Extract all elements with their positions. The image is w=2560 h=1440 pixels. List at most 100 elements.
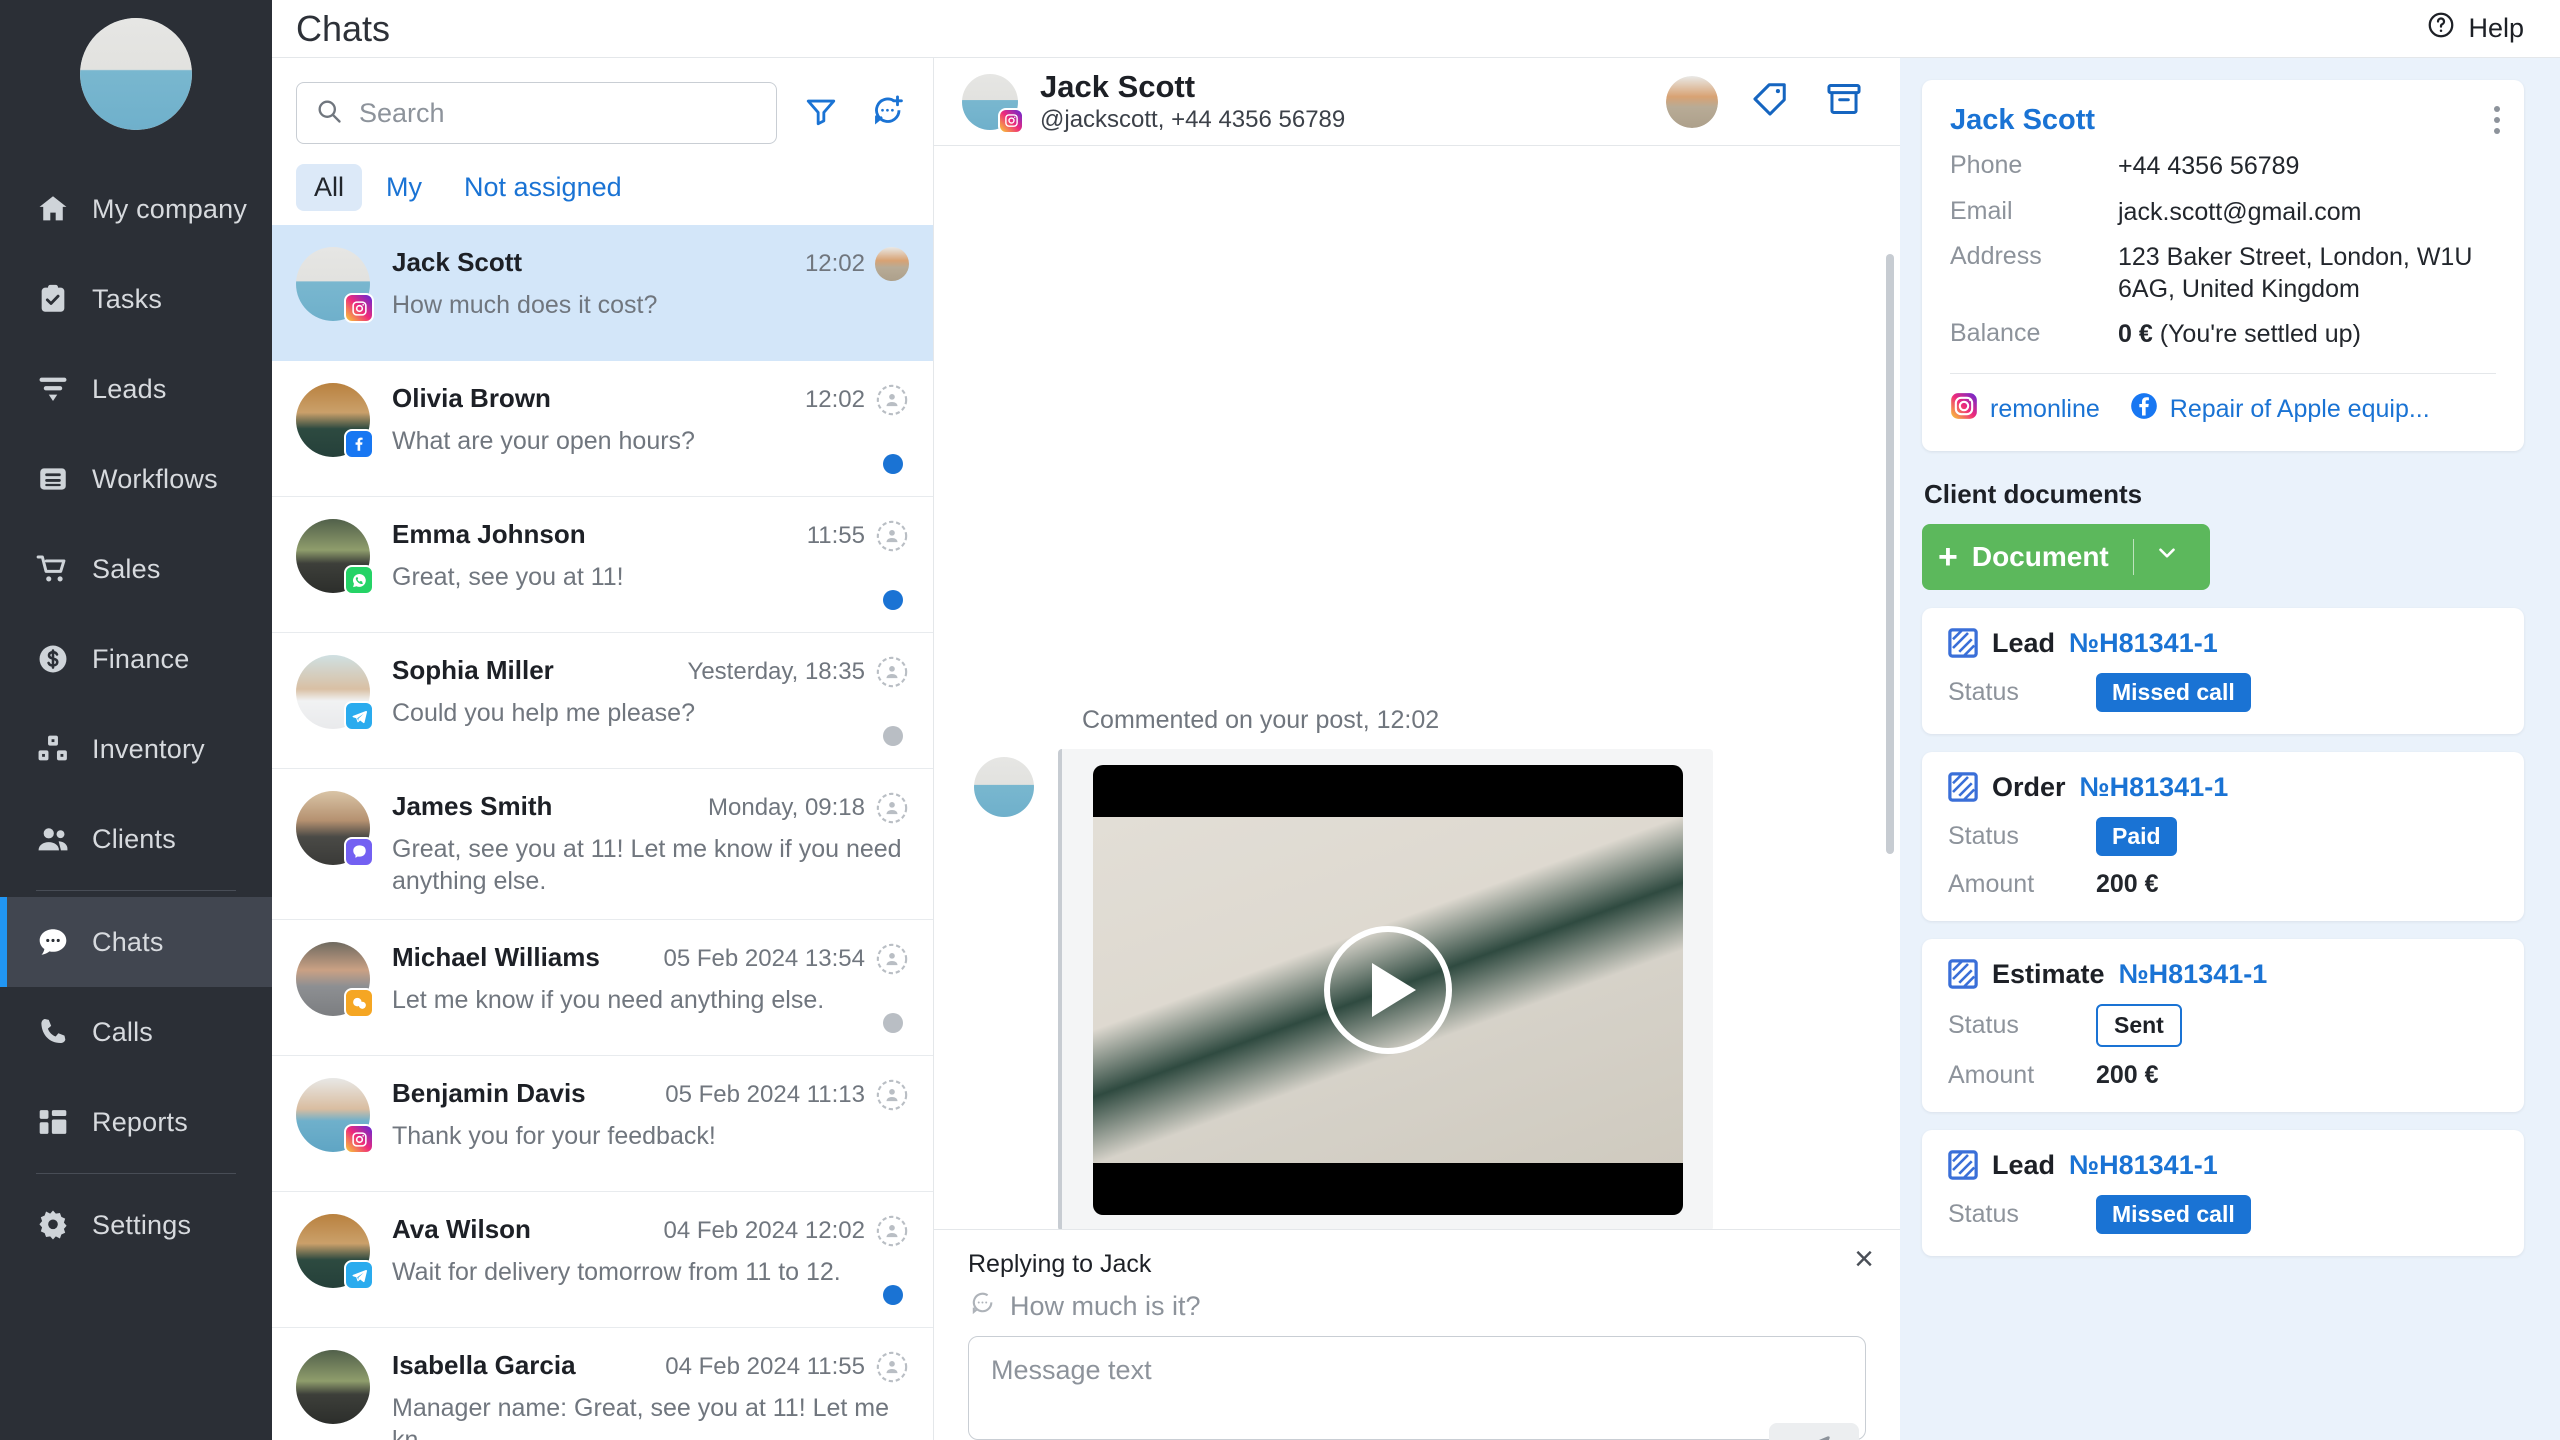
document-status-row: Status Missed call: [1948, 672, 2498, 712]
document-header: Lead №H81341-1: [1948, 628, 2498, 659]
search-box[interactable]: [296, 82, 777, 144]
sidebar-item-leads[interactable]: Leads: [0, 344, 272, 434]
chat-bubble-icon: [36, 925, 70, 959]
new-chat-button[interactable]: [865, 91, 909, 135]
unassigned-icon[interactable]: [875, 383, 909, 417]
unassigned-icon[interactable]: [875, 791, 909, 825]
client-balance-value: 0 €: [2118, 320, 2153, 348]
sidebar-item-inventory[interactable]: Inventory: [0, 704, 272, 794]
reports-grid-icon: [36, 1105, 70, 1139]
document-card[interactable]: Lead №H81341-1 Status Missed call: [1922, 1129, 2524, 1256]
sidebar-item-label: My company: [92, 193, 248, 224]
document-header: Order №H81341-1: [1948, 772, 2498, 803]
chat-list-item[interactable]: Emma Johnson 11:55 Great, see you at 11!: [272, 497, 933, 633]
client-field-row: Phone +44 4356 56789: [1950, 151, 2496, 183]
document-number[interactable]: №H81341-1: [2069, 628, 2218, 659]
plus-icon: +: [1938, 537, 1958, 576]
sidebar-item-finance[interactable]: Finance: [0, 614, 272, 704]
document-card[interactable]: Lead №H81341-1 Status Missed call: [1922, 607, 2524, 734]
chat-list-item[interactable]: Michael Williams 05 Feb 2024 13:54 Let me …: [272, 920, 933, 1056]
tab-all[interactable]: All: [296, 164, 363, 211]
chat-list-item[interactable]: Isabella Garcia 04 Feb 2024 11:55 Manager …: [272, 1328, 933, 1440]
unassigned-icon[interactable]: [875, 655, 909, 689]
chat-list-item[interactable]: Olivia Brown 12:02 What are your open hour…: [272, 361, 933, 497]
boxes-icon: [36, 732, 70, 766]
chat-timestamp: 12:02: [804, 250, 865, 277]
unassigned-icon[interactable]: [875, 1214, 909, 1248]
sidebar-item-label: Tasks: [92, 283, 163, 314]
chat-preview-text: Wait for delivery tomorrow from 11 to 12…: [392, 1258, 841, 1286]
contact-avatar[interactable]: [962, 73, 1024, 134]
chat-timestamp: 05 Feb 2024 11:13: [665, 1081, 865, 1108]
send-button[interactable]: [1769, 1423, 1859, 1440]
chat-list-item[interactable]: Ava Wilson 04 Feb 2024 12:02 Wait for deli…: [272, 1192, 933, 1328]
chat-list-item[interactable]: Benjamin Davis 05 Feb 2024 11:13 Thank you…: [272, 1056, 933, 1192]
sidebar-item-clients[interactable]: Clients: [0, 794, 272, 884]
document-number[interactable]: №H81341-1: [2069, 1150, 2218, 1181]
cart-icon: [36, 552, 70, 586]
document-type: Lead: [1992, 1149, 2056, 1180]
instagram-icon: [998, 107, 1024, 134]
unassigned-icon[interactable]: [875, 1078, 909, 1112]
client-name[interactable]: Jack Scott: [1950, 104, 2496, 137]
kebab-menu-icon[interactable]: [2494, 106, 2500, 134]
contact-avatar: [296, 655, 374, 731]
avatar[interactable]: [80, 18, 192, 130]
sidebar-item-label: Workflows: [92, 463, 218, 494]
sidebar-item-sales[interactable]: Sales: [0, 524, 272, 614]
sidebar-item-settings[interactable]: Settings: [0, 1180, 272, 1270]
unassigned-icon[interactable]: [875, 942, 909, 976]
tag-button[interactable]: [1748, 80, 1792, 124]
quote-bubble-icon: [968, 1289, 996, 1324]
assignee-avatar[interactable]: [875, 247, 909, 281]
close-icon[interactable]: ×: [1854, 1242, 1874, 1276]
operator-avatar[interactable]: [1666, 75, 1718, 128]
sidebar-item-workflows[interactable]: Workflows: [0, 434, 272, 524]
document-number[interactable]: №H81341-1: [2080, 772, 2229, 803]
document-type-icon: [1948, 628, 1978, 658]
document-number[interactable]: №H81341-1: [2119, 959, 2268, 990]
play-icon[interactable]: [1323, 926, 1452, 1054]
telegram-icon: [344, 1260, 374, 1290]
message-input[interactable]: Message text: [968, 1336, 1866, 1440]
sidebar-item-label: Clients: [92, 823, 176, 854]
contact-avatar: [296, 247, 374, 323]
help-label: Help: [2468, 13, 2524, 43]
client-field-value: 123 Baker Street, London, W1U 6AG, Unite…: [2118, 243, 2473, 303]
chat-contact-name: Isabella Garcia: [392, 1350, 576, 1380]
sidebar-item-chats[interactable]: Chats: [0, 897, 272, 987]
filter-button[interactable]: [799, 91, 843, 135]
sidebar-item-my-company[interactable]: My company: [0, 164, 272, 254]
sidebar-item-reports[interactable]: Reports: [0, 1077, 272, 1167]
social-facebook[interactable]: Repair of Apple equip...: [2130, 392, 2430, 427]
tag-icon: [1751, 80, 1789, 123]
unassigned-icon[interactable]: [875, 519, 909, 553]
users-icon: [36, 822, 70, 856]
social-instagram[interactable]: remonline: [1950, 392, 2100, 427]
messages-scrollbar[interactable]: [1886, 254, 1894, 854]
status-badge: Missed call: [2096, 1194, 2251, 1234]
sidebar-item-tasks[interactable]: Tasks: [0, 254, 272, 344]
chat-list-item[interactable]: James Smith Monday, 09:18 Great, see you a…: [272, 769, 933, 920]
add-document-button[interactable]: + Document: [1922, 523, 2210, 590]
page-title: Chats: [296, 7, 391, 49]
status-badge: Paid: [2096, 816, 2177, 856]
document-card[interactable]: Order №H81341-1 Status Paid Amount 200 €: [1922, 751, 2524, 921]
sidebar-item-calls[interactable]: Calls: [0, 987, 272, 1077]
gear-icon: [36, 1208, 70, 1242]
video-attachment[interactable]: [1092, 765, 1683, 1215]
tab-my[interactable]: My: [368, 164, 440, 211]
chat-preview-text: Great, see you at 11! Let me know if you…: [392, 835, 902, 895]
chat-list-item[interactable]: Jack Scott 12:02 How much does it cost?: [272, 225, 933, 361]
chat-list-item[interactable]: Sophia Miller Yesterday, 18:35 Could you h…: [272, 633, 933, 769]
document-status-label: Status: [1948, 677, 2019, 706]
search-input[interactable]: [359, 97, 758, 129]
document-card[interactable]: Estimate №H81341-1 Status Sent Amount 200 €: [1922, 938, 2524, 1112]
unassigned-icon[interactable]: [875, 1350, 909, 1384]
chat-timestamp: 04 Feb 2024 12:02: [663, 1217, 865, 1244]
tab-not-assigned[interactable]: Not assigned: [446, 164, 640, 211]
help-button[interactable]: Help: [2426, 10, 2524, 47]
document-header: Estimate №H81341-1: [1948, 959, 2498, 990]
archive-button[interactable]: [1822, 80, 1866, 124]
chevron-down-icon[interactable]: [2154, 540, 2180, 573]
